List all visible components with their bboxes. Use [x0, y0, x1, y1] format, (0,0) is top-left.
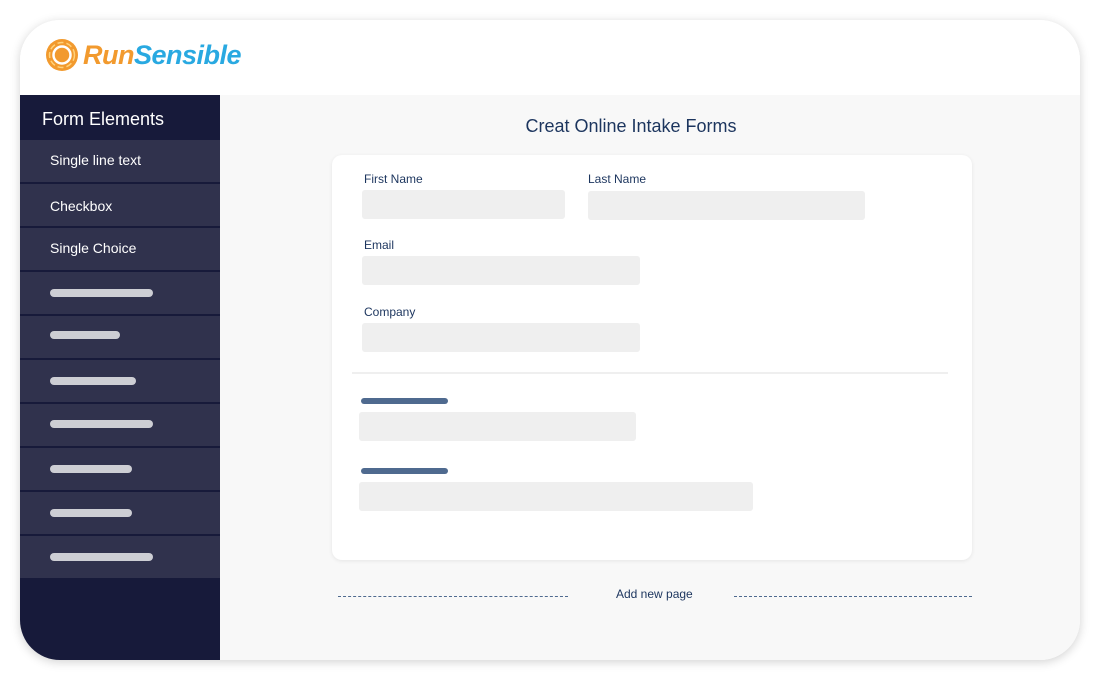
sidebar-item-placeholder[interactable]: [20, 316, 220, 358]
placeholder-field-wide[interactable]: [359, 482, 753, 511]
placeholder-text-bar: [50, 553, 153, 561]
placeholder-text-bar: [50, 420, 153, 428]
sidebar-item-single-choice[interactable]: Single Choice: [20, 228, 220, 270]
sidebar-item-placeholder[interactable]: [20, 360, 220, 402]
placeholder-field[interactable]: [359, 412, 636, 441]
page-title: Creat Online Intake Forms: [525, 116, 737, 136]
sidebar-list: Single line text Checkbox Single Choice: [20, 140, 220, 580]
sidebar-item-single-line-text[interactable]: Single line text: [20, 140, 220, 182]
placeholder-label-bar: [361, 398, 448, 404]
logo: RunSensible: [45, 38, 242, 72]
sidebar-item-checkbox[interactable]: Checkbox: [20, 184, 220, 226]
sun-ring-logo-icon: [46, 39, 78, 71]
sidebar-item-label: Checkbox: [50, 198, 113, 214]
app-window: RunSensible Form Elements Single line te…: [20, 20, 1080, 660]
brand-name-part2: Sensible: [133, 39, 242, 70]
header: RunSensible: [20, 20, 1080, 95]
email-label: Email: [364, 238, 395, 252]
placeholder-text-bar: [50, 289, 153, 297]
brand-name: RunSensible: [83, 39, 242, 71]
first-name-field[interactable]: [362, 190, 565, 219]
first-name-label: First Name: [364, 172, 423, 186]
sidebar-item-label: Single Choice: [50, 240, 137, 256]
sidebar-item-placeholder[interactable]: [20, 448, 220, 490]
dashed-divider-right: [734, 596, 972, 597]
placeholder-text-bar: [50, 509, 132, 517]
sidebar-item-placeholder[interactable]: [20, 536, 220, 578]
add-new-page-row: Add new page: [220, 585, 1080, 605]
form-card: First Name Last Name Email Company: [332, 155, 972, 560]
form-divider: [352, 372, 948, 374]
last-name-field[interactable]: [588, 191, 865, 220]
sidebar-title: Form Elements: [42, 109, 165, 129]
last-name-label: Last Name: [588, 172, 647, 186]
brand-name-part1: Run: [83, 39, 134, 70]
placeholder-text-bar: [50, 331, 120, 339]
placeholder-label-bar: [361, 468, 448, 474]
placeholder-text-bar: [50, 377, 136, 385]
company-field[interactable]: [362, 323, 640, 352]
add-new-page-button[interactable]: Add new page: [616, 587, 693, 601]
main-content: Creat Online Intake Forms First Name Las…: [220, 95, 1080, 660]
email-field[interactable]: [362, 256, 640, 285]
sidebar-item-placeholder[interactable]: [20, 404, 220, 446]
company-label: Company: [364, 305, 416, 319]
sidebar-item-label: Single line text: [50, 152, 142, 168]
placeholder-text-bar: [50, 465, 132, 473]
sidebar-item-placeholder[interactable]: [20, 492, 220, 534]
sidebar-item-placeholder[interactable]: [20, 272, 220, 314]
sidebar: Form Elements Single line text Checkbox …: [20, 95, 220, 660]
dashed-divider-left: [338, 596, 568, 597]
